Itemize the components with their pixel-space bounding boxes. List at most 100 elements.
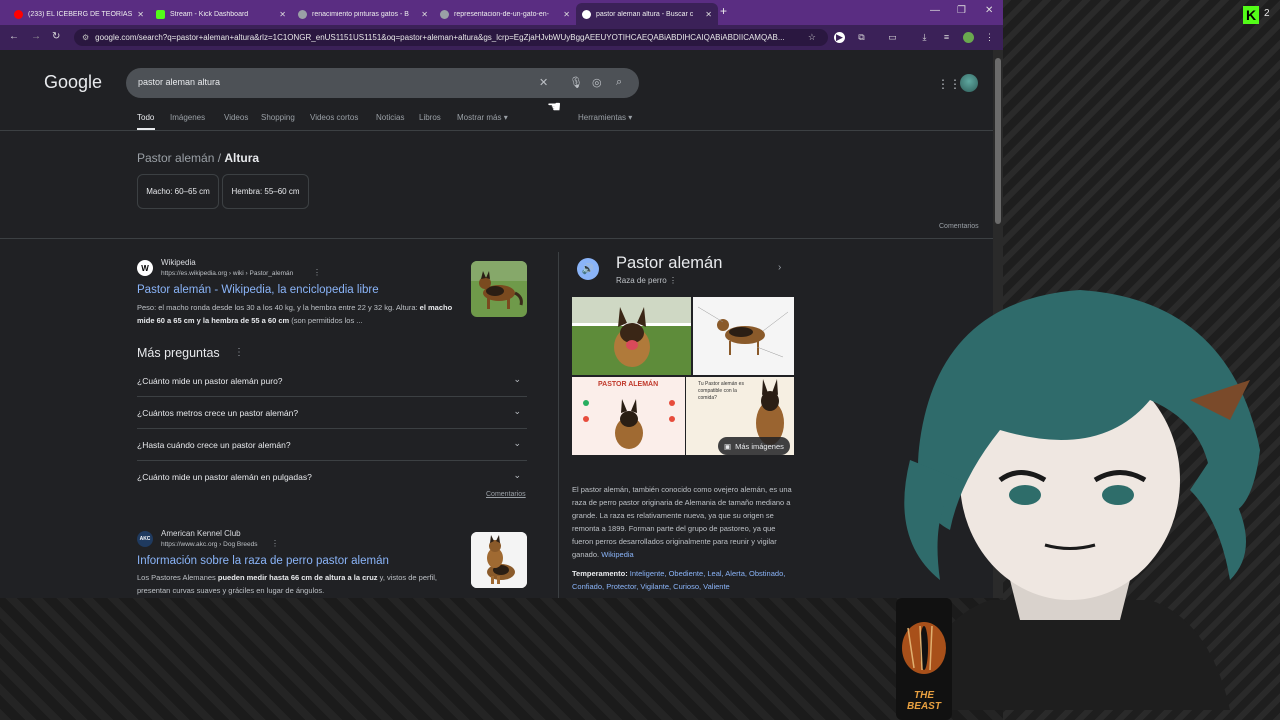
browser-tab[interactable]: Stream - Kick Dashboard ✕ — [150, 3, 292, 25]
more-options-icon[interactable]: ⋮ — [669, 276, 677, 285]
chevron-right-icon[interactable]: › — [778, 262, 781, 273]
tab-imagenes[interactable]: Imágenes — [170, 113, 205, 122]
site-info-icon[interactable]: ⚙ — [82, 33, 89, 42]
german-shepherd-image — [572, 297, 691, 375]
image-caption: Tu Pastor alemán es compatible con la co… — [698, 381, 744, 401]
browser-tab[interactable]: (233) EL ICEBERG DE TEORÍAS C ✕ — [8, 3, 150, 25]
result-url[interactable]: https://www.akc.org › Dog Breeds — [161, 541, 257, 548]
tab-title: Stream - Kick Dashboard — [170, 10, 249, 18]
knowledge-image[interactable]: PASTOR ALEMÁN — [572, 377, 685, 455]
globe-icon — [298, 9, 307, 19]
chevron-down-icon[interactable]: ⌄ — [513, 406, 521, 417]
result-source-name[interactable]: Wikipedia — [161, 258, 196, 267]
chevron-down-icon[interactable]: ⌄ — [513, 470, 521, 481]
back-icon[interactable]: ← — [9, 31, 19, 42]
paa-question[interactable]: ¿Cuántos metros crece un pastor alemán? … — [137, 397, 527, 429]
cast-icon[interactable]: ▭ — [887, 32, 898, 43]
close-tab-icon[interactable]: ✕ — [279, 10, 286, 19]
tab-shopping[interactable]: Shopping — [261, 113, 295, 122]
knowledge-panel-description: El pastor alemán, también conocido como … — [572, 483, 796, 561]
chevron-down-icon[interactable]: ⌄ — [513, 438, 521, 449]
browser-tab[interactable]: representacion-de-un-gato-en- ✕ — [434, 3, 576, 25]
snippet-text: (son permitidos los ... — [289, 316, 363, 325]
tools-label: Herramientas — [578, 113, 627, 122]
more-options-icon[interactable]: ⋮ — [234, 347, 244, 358]
wikipedia-link[interactable]: Wikipedia — [601, 550, 634, 559]
paa-question-text: ¿Hasta cuándo crece un pastor alemán? — [137, 440, 291, 450]
microphone-icon[interactable]: 🎙 — [569, 76, 583, 89]
tab-title: (233) EL ICEBERG DE TEORÍAS C — [28, 10, 134, 18]
menu-icon[interactable]: ⋮ — [984, 32, 995, 43]
breadcrumb-entity[interactable]: Pastor alemán — [137, 151, 214, 165]
tab-noticias[interactable]: Noticias — [376, 113, 404, 122]
speaker-icon[interactable]: 🔊 — [577, 258, 599, 280]
clear-icon[interactable]: ✕ — [539, 76, 548, 89]
answer-chip-hembra[interactable]: Hembra: 55–60 cm — [222, 174, 309, 209]
forward-icon[interactable]: → — [31, 31, 41, 42]
account-avatar[interactable] — [960, 74, 978, 92]
result-source-name[interactable]: American Kennel Club — [161, 529, 241, 538]
paa-question[interactable]: ¿Hasta cuándo crece un pastor alemán? ⌄ — [137, 429, 527, 461]
tab-libros[interactable]: Libros — [419, 113, 441, 122]
snippet-highlight: pueden medir hasta 66 cm de altura a la … — [217, 573, 378, 582]
address-bar[interactable]: ⚙ google.com/search?q=pastor+aleman+altu… — [74, 29, 828, 46]
search-input[interactable]: pastor aleman altura — [138, 77, 220, 87]
mouse-cursor-icon: ☚ — [547, 99, 562, 116]
kick-logo: K — [1243, 6, 1259, 24]
media-icon[interactable]: ≡ — [941, 32, 952, 43]
german-shepherd-image — [471, 532, 527, 588]
tab-videos-cortos[interactable]: Videos cortos — [310, 113, 358, 122]
google-logo[interactable]: Google — [44, 72, 102, 93]
tab-videos[interactable]: Videos — [224, 113, 248, 122]
knowledge-image[interactable] — [693, 297, 794, 375]
close-tab-icon[interactable]: ✕ — [563, 10, 570, 19]
paa-question[interactable]: ¿Cuánto mide un pastor alemán puro? ⌄ — [137, 365, 527, 397]
close-window-icon[interactable]: ✕ — [985, 5, 993, 16]
bookmark-star-icon[interactable]: ☆ — [808, 32, 816, 43]
answer-chip-macho[interactable]: Macho: 60–65 cm — [137, 174, 219, 209]
minimize-icon[interactable]: — — [930, 5, 940, 16]
close-tab-icon[interactable]: ✕ — [705, 10, 712, 19]
more-images-button[interactable]: ▣ Más imágenes — [718, 437, 790, 455]
result-title-link[interactable]: Pastor alemán - Wikipedia, la encicloped… — [137, 284, 379, 296]
tab-title: representacion-de-un-gato-en- — [454, 10, 549, 18]
search-box[interactable]: pastor aleman altura ✕ 🎙 ◎ ⌕ — [126, 68, 639, 98]
result-thumbnail[interactable] — [471, 532, 527, 588]
result-snippet: Peso: el macho ronda desde los 30 a los … — [137, 301, 463, 327]
paa-question[interactable]: ¿Cuánto mide un pastor alemán en pulgada… — [137, 461, 527, 493]
image-icon: ▣ — [724, 441, 732, 451]
close-tab-icon[interactable]: ✕ — [421, 10, 428, 19]
feedback-link[interactable]: Comentarios — [939, 223, 979, 230]
result-title-link[interactable]: Información sobre la raza de perro pasto… — [137, 555, 389, 567]
can-label: THE BEAST — [907, 690, 941, 712]
tab-mostrar-mas[interactable]: Mostrar más ▾ — [457, 113, 508, 122]
paa-question-text: ¿Cuánto mide un pastor alemán en pulgada… — [137, 472, 312, 482]
chevron-down-icon[interactable]: ⌄ — [513, 374, 521, 385]
more-options-icon[interactable]: ⋮ — [271, 539, 279, 548]
browser-tab-active[interactable]: pastor aleman altura - Buscar c ✕ — [576, 3, 718, 25]
search-icon[interactable]: ⌕ — [616, 76, 622, 89]
tab-todo[interactable]: Todo — [137, 113, 154, 122]
extension-play-icon[interactable]: ▶ — [834, 32, 845, 43]
viewer-count: 2 — [1264, 8, 1270, 19]
more-options-icon[interactable]: ⋮ — [313, 268, 321, 277]
reload-icon[interactable]: ↻ — [52, 31, 60, 42]
lens-icon[interactable]: ◎ — [592, 76, 602, 89]
scrollbar-thumb[interactable] — [995, 58, 1001, 224]
result-url[interactable]: https://es.wikipedia.org › wiki › Pastor… — [161, 270, 293, 277]
stream-scene: (233) EL ICEBERG DE TEORÍAS C ✕ Stream -… — [0, 0, 1280, 720]
knowledge-image[interactable] — [572, 297, 691, 375]
extensions-puzzle-icon[interactable]: ⧉ — [856, 32, 867, 43]
result-thumbnail[interactable] — [471, 261, 527, 317]
tools-button[interactable]: Herramientas ▾ — [578, 113, 632, 122]
new-tab-icon[interactable]: + — [720, 4, 727, 18]
image-caption: PASTOR ALEMÁN — [598, 381, 659, 388]
tab-bar: (233) EL ICEBERG DE TEORÍAS C ✕ Stream -… — [0, 0, 1003, 25]
download-icon[interactable]: ⤓ — [919, 32, 930, 43]
profile-icon[interactable] — [963, 32, 974, 43]
browser-tab[interactable]: renacimiento pinturas gatos - B ✕ — [292, 3, 434, 25]
close-tab-icon[interactable]: ✕ — [137, 10, 144, 19]
akc-icon: AKC — [137, 531, 153, 547]
maximize-icon[interactable]: ❐ — [957, 5, 966, 16]
feedback-link[interactable]: Comentarios — [486, 491, 526, 498]
